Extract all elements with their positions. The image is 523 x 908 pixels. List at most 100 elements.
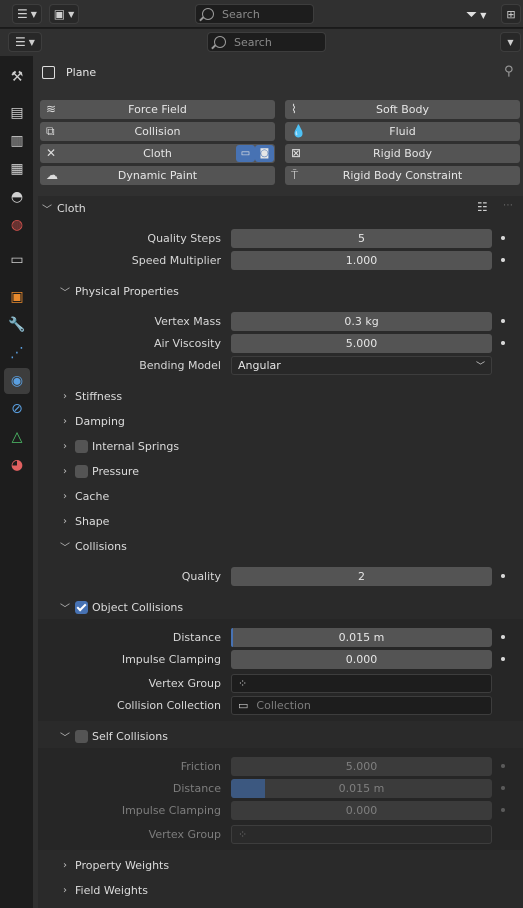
collision-collection-field[interactable]: ▭ Collection	[231, 696, 492, 715]
soft-body-button[interactable]: ⌇ Soft Body	[285, 100, 520, 119]
tab-physics[interactable]: ◉	[4, 368, 30, 394]
properties-header: ☰ ▼ Search ▼	[0, 29, 523, 56]
tab-view-layer[interactable]: ▦	[8, 160, 26, 178]
chevron-down-icon: ▼	[68, 9, 75, 19]
damping-header[interactable]: › Damping	[59, 410, 516, 432]
drag-handle-icon[interactable]: ⋯	[503, 200, 513, 211]
rigid-body-constraint-button[interactable]: ⍑ Rigid Body Constraint	[285, 166, 520, 185]
keyframe-dot[interactable]	[501, 258, 505, 262]
self-vertex-group-field[interactable]: ⁘	[231, 825, 492, 844]
keyframe-dot[interactable]	[501, 341, 505, 345]
options-dropdown-button[interactable]: ▼	[500, 32, 521, 52]
field-weights-header[interactable]: › Field Weights	[59, 879, 516, 901]
chevron-down-icon: ▼	[30, 9, 37, 19]
object-distance-value: 0.015 m	[338, 631, 385, 644]
cache-header[interactable]: › Cache	[59, 485, 516, 507]
pressure-header[interactable]: › Pressure	[59, 460, 516, 482]
collision-label: Collision	[134, 125, 181, 138]
air-viscosity-field[interactable]: 5.000	[231, 334, 492, 353]
tab-object[interactable]: ▣	[8, 288, 26, 306]
chevron-right-icon: ›	[63, 390, 67, 402]
rigid-body-button[interactable]: ⊠ Rigid Body	[285, 144, 520, 163]
keyframe-dot[interactable]	[501, 808, 505, 812]
presets-icon[interactable]: ☷	[477, 200, 488, 214]
internal-springs-checkbox[interactable]	[75, 439, 88, 453]
object-distance-field[interactable]: 0.015 m	[231, 628, 492, 647]
tab-scene[interactable]: ◓	[8, 188, 26, 206]
force-field-button[interactable]: ≋ Force Field	[40, 100, 275, 119]
self-distance-value: 0.015 m	[338, 782, 385, 795]
tab-output[interactable]: ▥	[8, 132, 26, 150]
outliner-search-input[interactable]: Search	[195, 4, 314, 24]
properties-icon: ☰	[15, 35, 26, 49]
tab-particles[interactable]: ⋰	[8, 344, 26, 362]
collisions-header[interactable]: ﹀ Collisions	[59, 535, 516, 557]
editor-type-button[interactable]: ☰ ▼	[12, 4, 42, 24]
object-collisions-checkbox[interactable]	[75, 600, 88, 614]
collision-button[interactable]: ⧉ Collision	[40, 122, 275, 141]
physical-properties-title: Physical Properties	[75, 284, 179, 298]
soft-body-label: Soft Body	[376, 103, 429, 116]
tab-material[interactable]: ◕	[8, 456, 26, 474]
pressure-checkbox[interactable]	[75, 464, 88, 478]
tab-modifiers[interactable]: 🔧	[8, 316, 26, 334]
quality-steps-label: Quality Steps	[147, 232, 221, 245]
properties-search-input[interactable]: Search	[207, 32, 326, 52]
render-toggle-icon[interactable]: ◙	[255, 145, 274, 162]
self-collisions-header[interactable]: ﹀ Self Collisions	[59, 725, 516, 747]
display-mode-button[interactable]: ▣ ▼	[49, 4, 79, 24]
new-collection-button[interactable]: ⊞	[501, 4, 521, 24]
filter-button[interactable]: ⏷ ▼	[466, 6, 494, 24]
keyframe-dot[interactable]	[501, 319, 505, 323]
chevron-down-icon: ▼	[28, 37, 35, 47]
physical-properties-header[interactable]: ﹀ Physical Properties	[59, 280, 516, 302]
stiffness-header[interactable]: › Stiffness	[59, 385, 516, 407]
self-collisions-checkbox[interactable]	[75, 729, 88, 743]
self-impulse-clamping-field[interactable]: 0.000	[231, 801, 492, 820]
speed-multiplier-field[interactable]: 1.000	[231, 251, 492, 270]
air-viscosity-value: 5.000	[345, 337, 378, 350]
pin-icon[interactable]: ⚲	[504, 64, 514, 79]
viewport-toggle-icon[interactable]: ▭	[236, 145, 255, 162]
dynamic-paint-button[interactable]: ☁ Dynamic Paint	[40, 166, 275, 185]
property-weights-header[interactable]: › Property Weights	[59, 854, 516, 876]
self-distance-field[interactable]: 0.015 m	[231, 779, 492, 798]
object-impulse-clamping-label: Impulse Clamping	[121, 653, 221, 666]
keyframe-dot[interactable]	[501, 764, 505, 768]
shape-header[interactable]: › Shape	[59, 510, 516, 532]
self-friction-field[interactable]: 5.000	[231, 757, 492, 776]
object-vertex-group-field[interactable]: ⁘	[231, 674, 492, 693]
tab-world[interactable]: ◍	[8, 216, 26, 234]
keyframe-dot[interactable]	[501, 236, 505, 240]
particles-icon: ⋰	[10, 345, 24, 361]
keyframe-dot[interactable]	[501, 574, 505, 578]
chevron-down-icon: ﹀	[60, 287, 70, 299]
new-collection-icon: ⊞	[506, 7, 516, 21]
fluid-button[interactable]: 💧 Fluid	[285, 122, 520, 141]
cloth-panel-header[interactable]: ﹀ Cloth	[41, 197, 516, 219]
keyframe-dot[interactable]	[501, 635, 505, 639]
close-icon[interactable]: ✕	[46, 146, 56, 160]
object-name: Plane	[66, 66, 97, 79]
vertex-mass-field[interactable]: 0.3 kg	[231, 312, 492, 331]
tab-collection[interactable]: ▭	[8, 251, 26, 269]
physics-icon: ◉	[10, 373, 24, 389]
keyframe-dot[interactable]	[501, 786, 505, 790]
tab-tool[interactable]: ⚒	[8, 68, 26, 86]
collision-quality-field[interactable]: 2	[231, 567, 492, 586]
tab-render[interactable]: ▤	[8, 104, 26, 122]
tab-data[interactable]: △	[8, 428, 26, 446]
internal-springs-header[interactable]: › Internal Springs	[59, 435, 516, 457]
cloth-button[interactable]: ✕ Cloth ▭ ◙	[40, 144, 275, 163]
chevron-right-icon: ›	[63, 490, 67, 502]
bending-model-select[interactable]: Angular ﹀	[231, 356, 492, 375]
object-impulse-clamping-field[interactable]: 0.000	[231, 650, 492, 669]
object-collisions-header[interactable]: ﹀ Object Collisions	[59, 596, 516, 618]
rigid-body-constraint-label: Rigid Body Constraint	[342, 169, 463, 182]
keyframe-dot[interactable]	[501, 657, 505, 661]
speed-multiplier-value: 1.000	[345, 254, 378, 267]
quality-steps-field[interactable]: 5	[231, 229, 492, 248]
tab-constraints[interactable]: ⊘	[8, 400, 26, 418]
collision-collection-label: Collision Collection	[117, 699, 221, 712]
properties-editor-type-button[interactable]: ☰ ▼	[8, 32, 42, 52]
